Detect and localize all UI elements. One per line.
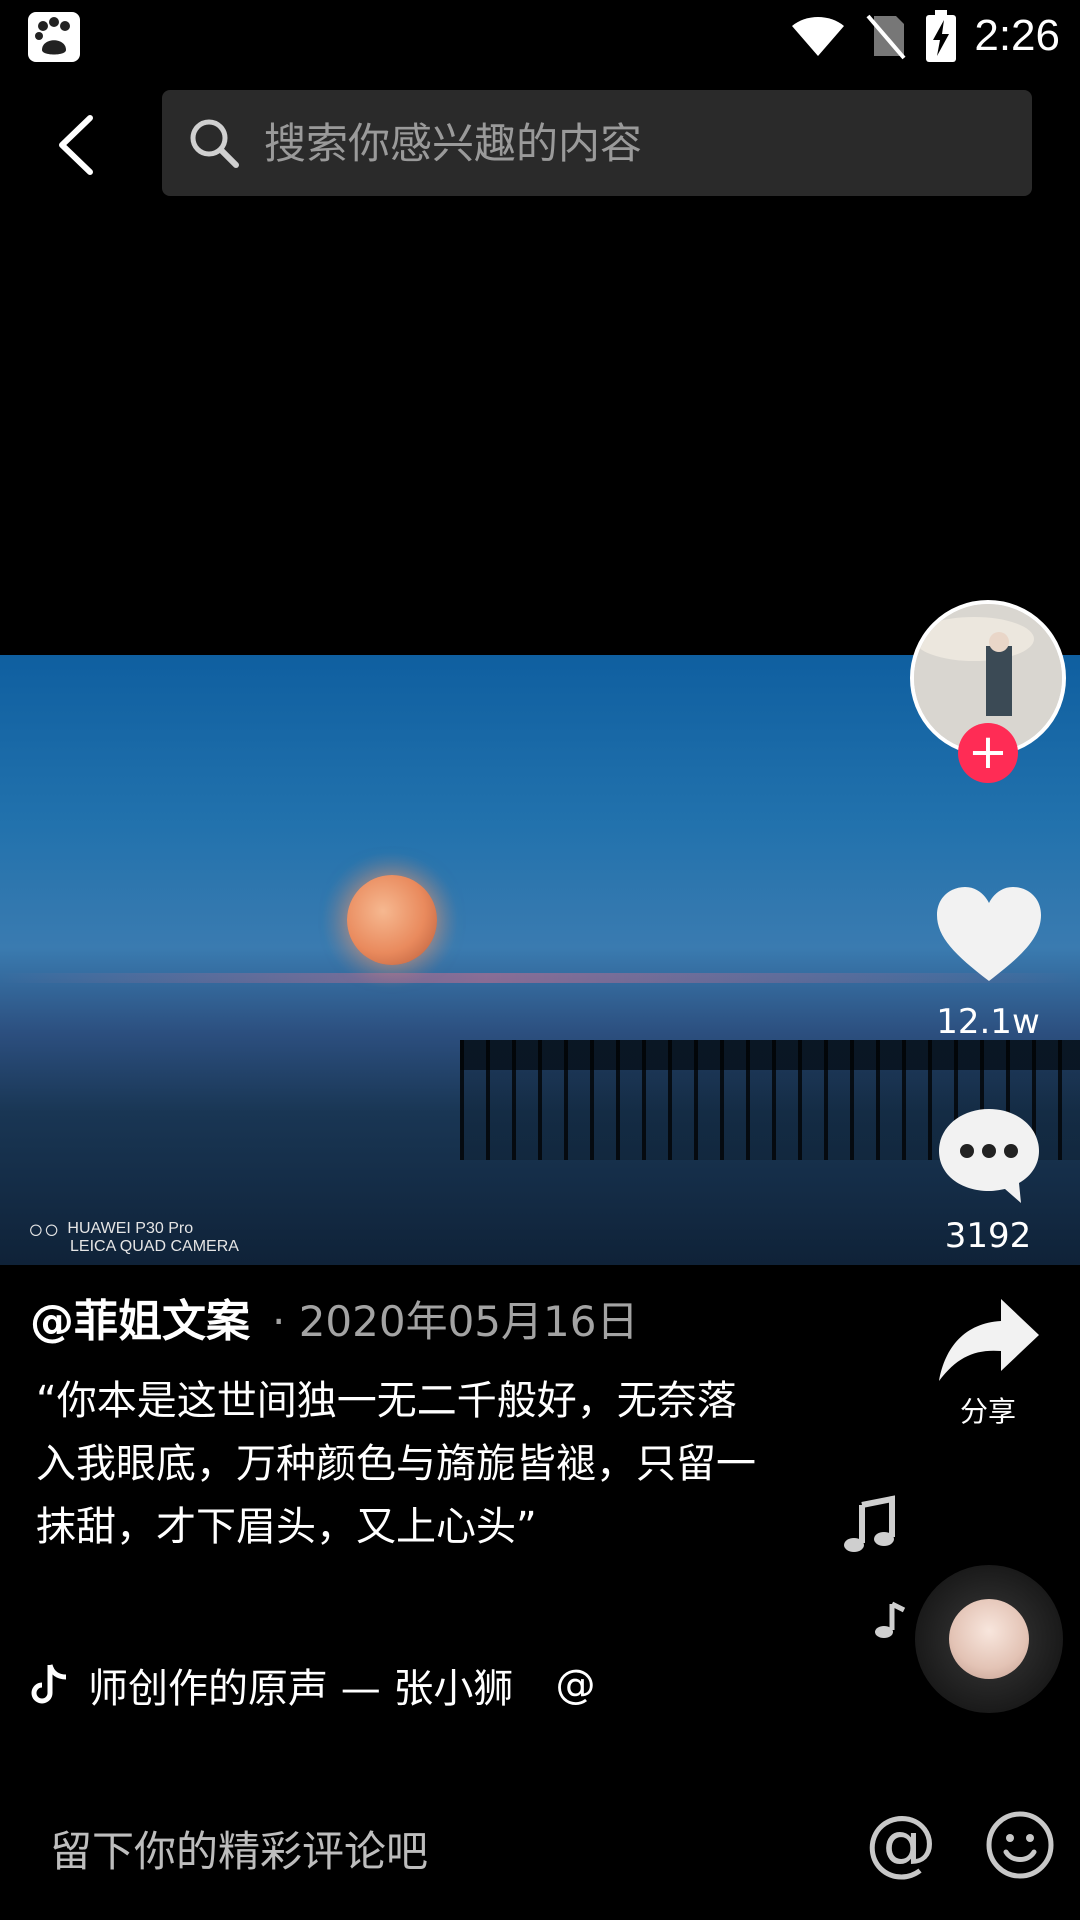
music-cover-avatar <box>949 1599 1029 1679</box>
moon-image <box>347 875 437 965</box>
music-title: 师创作的原声 — 张小狮 <box>88 1666 514 1712</box>
music-note-small-icon <box>870 1600 910 1640</box>
status-icons: 2:26 <box>790 6 1060 66</box>
share-arrow-icon <box>939 1299 1039 1381</box>
mention-button[interactable]: @ <box>862 1800 940 1900</box>
watermark-line2: LEICA QUAD CAMERA <box>70 1238 239 1256</box>
baidu-app-icon <box>28 12 80 62</box>
emoji-button[interactable] <box>985 1810 1055 1880</box>
post-date: · 2020年05月16日 <box>272 1297 639 1346</box>
video-player[interactable]: ○○ HUAWEI P30 Pro LEICA QUAD CAMERA <box>0 655 1080 1265</box>
camera-watermark: ○○ HUAWEI P30 Pro LEICA QUAD CAMERA <box>28 1216 239 1256</box>
like-count: 12.1w <box>936 1002 1040 1042</box>
author-username[interactable]: @菲姐文案 <box>30 1285 250 1349</box>
search-icon <box>190 119 239 168</box>
like-button[interactable] <box>935 885 1043 985</box>
comment-bar: @ <box>0 1790 1080 1920</box>
music-disc[interactable] <box>915 1565 1063 1713</box>
comment-input[interactable] <box>48 1810 832 1892</box>
search-input[interactable] <box>262 117 1032 169</box>
post-header: @菲姐文案 · 2020年05月16日 <box>30 1285 880 1347</box>
status-bar: 2:26 <box>0 0 1080 72</box>
music-info[interactable]: 师创作的原声 — 张小狮 @ <box>30 1655 595 1715</box>
no-sim-icon <box>866 14 906 60</box>
watermark-line1: HUAWEI P30 Pro <box>67 1220 194 1238</box>
share-button[interactable] <box>935 1295 1043 1385</box>
plus-icon: + <box>967 724 1009 780</box>
horizon-glow <box>0 973 1080 983</box>
status-time: 2:26 <box>974 11 1060 60</box>
share-label: 分享 <box>959 1395 1016 1428</box>
emoji-icon <box>986 1811 1054 1879</box>
tiktok-note-icon <box>31 1664 67 1704</box>
comment-count: 3192 <box>944 1216 1032 1256</box>
comment-bubble-icon <box>939 1109 1039 1203</box>
music-note-icon <box>840 1495 900 1555</box>
camera-logo-icon: ○○ <box>28 1214 60 1244</box>
follow-button[interactable]: + <box>958 723 1018 783</box>
heart-icon <box>937 887 1041 981</box>
search-bar[interactable] <box>162 90 1032 196</box>
post-caption: “你本是这世间独一无二千般好，无奈落入我眼底，万种颜色与旖旎皆褪，只留一抹甜，才… <box>36 1378 756 1550</box>
battery-charging-icon <box>926 10 957 62</box>
music-at-symbol: @ <box>555 1662 596 1708</box>
wifi-icon <box>792 17 845 56</box>
comment-button[interactable] <box>935 1105 1043 1205</box>
chevron-left-icon <box>59 115 93 175</box>
back-button[interactable] <box>48 110 108 180</box>
